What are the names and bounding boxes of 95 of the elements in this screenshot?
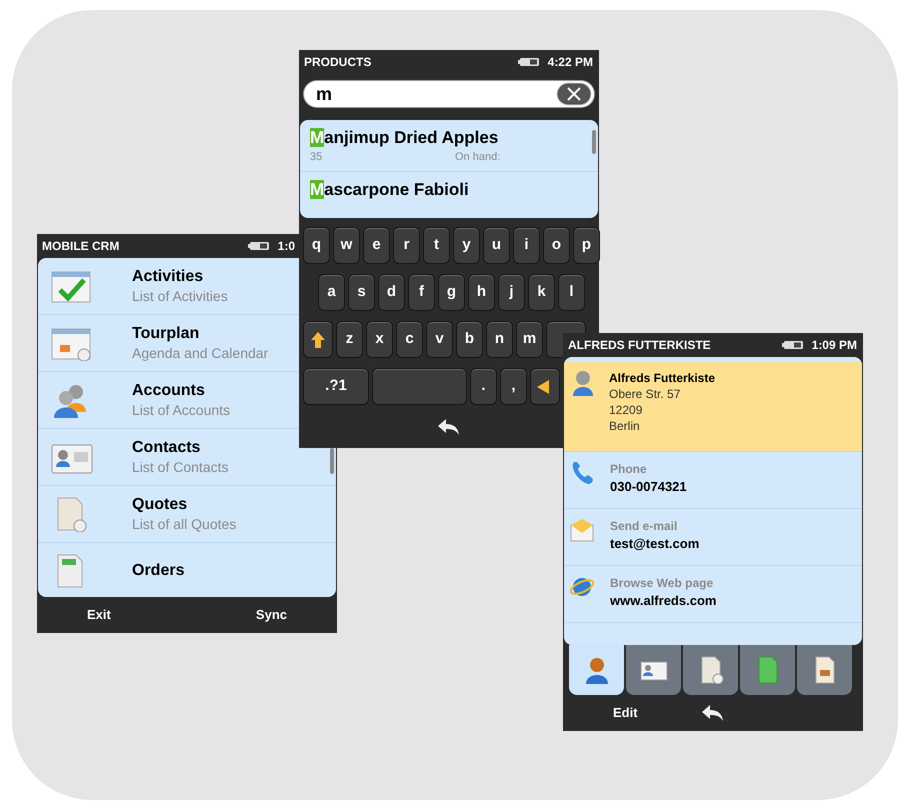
keyboard-key[interactable]: t	[423, 227, 450, 264]
keyboard-key[interactable]: p	[573, 227, 600, 264]
keyboard-key[interactable]: d	[378, 274, 405, 311]
product-number: 35	[310, 150, 324, 164]
keyboard-key[interactable]: j	[498, 274, 525, 311]
address-line: Berlin	[609, 418, 641, 434]
clock-time: 1:0	[278, 238, 295, 255]
menu-item[interactable]: Activities List of Activities	[38, 258, 299, 314]
keyboard-key[interactable]: k	[528, 274, 555, 311]
arrow-left-icon	[537, 380, 549, 394]
screen-title: MOBILE CRM	[42, 238, 120, 255]
keyboard-key[interactable]: s	[348, 274, 375, 311]
back-button[interactable]	[700, 703, 726, 723]
keyboard-key[interactable]: u	[483, 227, 510, 264]
softkey-button[interactable]: Sync	[256, 605, 287, 625]
battery-icon	[248, 241, 270, 251]
tab[interactable]	[683, 645, 738, 695]
field-value: test@test.com	[610, 535, 700, 553]
menu-item-title: Activities	[132, 267, 204, 287]
phone-icon	[570, 460, 594, 486]
keyboard-key[interactable]: g	[438, 274, 465, 311]
menu-item-title: Contacts	[132, 438, 202, 458]
field-label: Browse Web page	[610, 575, 714, 592]
screen-title: PRODUCTS	[304, 54, 372, 71]
product-name: Manjimup Dried Apples	[310, 128, 500, 148]
tab[interactable]	[797, 645, 852, 695]
tab[interactable]	[740, 645, 795, 695]
back-arrow-icon	[436, 416, 462, 436]
menu-item-title: Quotes	[132, 495, 188, 515]
keyboard-key[interactable]: w	[333, 227, 360, 264]
space-key[interactable]	[372, 368, 467, 405]
detail-row[interactable]: Phone 030-0074321	[564, 452, 862, 509]
clock-time: 1:09 PM	[812, 337, 857, 354]
back-button[interactable]	[436, 416, 462, 436]
menu-item-subtitle: List of Contacts	[132, 458, 228, 476]
arrow-up-icon	[310, 330, 326, 348]
keyboard-key[interactable]: b	[456, 321, 483, 358]
keyboard-key[interactable]: h	[468, 274, 495, 311]
back-arrow-icon	[700, 703, 726, 723]
detail-row[interactable]: Browse Web page www.alfreds.com	[564, 566, 862, 623]
keyboard-key[interactable]: v	[426, 321, 453, 358]
keyboard-key[interactable]: c	[396, 321, 423, 358]
field-value: 030-0074321	[610, 478, 687, 496]
contact-name: Alfreds Futterkiste	[609, 370, 716, 386]
keyboard-key[interactable]: n	[486, 321, 513, 358]
menu-item-subtitle: List of Activities	[132, 287, 228, 305]
menu-item[interactable]: Accounts List of Accounts	[38, 372, 299, 428]
menu-item[interactable]: Quotes List of all Quotes	[38, 486, 299, 542]
keyboard-key[interactable]: q	[303, 227, 330, 264]
enter-key[interactable]	[530, 368, 560, 405]
product-name: Mascarpone Fabioli	[310, 180, 470, 200]
keyboard-key[interactable]: x	[366, 321, 393, 358]
shift-key[interactable]	[303, 321, 333, 358]
menu-item-subtitle: Agenda and Calendar	[132, 344, 268, 362]
envelope-icon	[570, 517, 594, 543]
menu-item[interactable]: Tourplan Agenda and Calendar	[38, 315, 299, 371]
menu-item[interactable]: Orders	[38, 543, 299, 597]
detail-row[interactable]: Send e-mail test@test.com	[564, 509, 862, 566]
tab[interactable]	[569, 645, 624, 695]
keyboard-key[interactable]: ,	[500, 368, 527, 405]
scrollbar-thumb[interactable]	[330, 448, 334, 474]
address-line: Obere Str. 57	[609, 386, 682, 402]
menu-item-title: Orders	[132, 561, 184, 581]
field-label: Send e-mail	[610, 518, 678, 535]
menu-item-title: Accounts	[132, 381, 206, 401]
clock-time: 4:22 PM	[548, 54, 593, 71]
menu-item-subtitle: List of Accounts	[132, 401, 230, 419]
keyboard-key[interactable]: e	[363, 227, 390, 264]
field-label: Phone	[610, 461, 648, 478]
keyboard-key[interactable]: o	[543, 227, 570, 264]
keyboard-key[interactable]: z	[336, 321, 363, 358]
battery-icon	[518, 57, 540, 67]
keyboard-key[interactable]: m	[516, 321, 543, 358]
battery-icon	[782, 340, 804, 350]
keyboard-key[interactable]: l	[558, 274, 585, 311]
field-value: www.alfreds.com	[610, 592, 716, 610]
menu-item[interactable]: Contacts List of Contacts	[38, 429, 299, 485]
menu-item-subtitle: List of all Quotes	[132, 515, 236, 533]
scrollbar-thumb[interactable]	[592, 130, 596, 154]
keyboard-key[interactable]: y	[453, 227, 480, 264]
keyboard-key[interactable]: .	[470, 368, 497, 405]
keyboard-key[interactable]: i	[513, 227, 540, 264]
stock-label: On hand:	[455, 150, 500, 164]
softkey-button[interactable]: Exit	[87, 605, 111, 625]
screen-title: ALFREDS FUTTERKISTE	[568, 337, 711, 354]
person-icon	[572, 370, 594, 396]
keyboard-key[interactable]: a	[318, 274, 345, 311]
keyboard-key[interactable]: r	[393, 227, 420, 264]
softkey-button[interactable]: Edit	[613, 703, 638, 723]
menu-item-title: Tourplan	[132, 324, 200, 344]
keyboard-key[interactable]: f	[408, 274, 435, 311]
address-line: 12209	[609, 402, 644, 418]
keyboard-key[interactable]: .?1	[303, 368, 369, 405]
tab[interactable]	[626, 645, 681, 695]
result-item[interactable]: Mascarpone Fabioli	[300, 172, 598, 218]
